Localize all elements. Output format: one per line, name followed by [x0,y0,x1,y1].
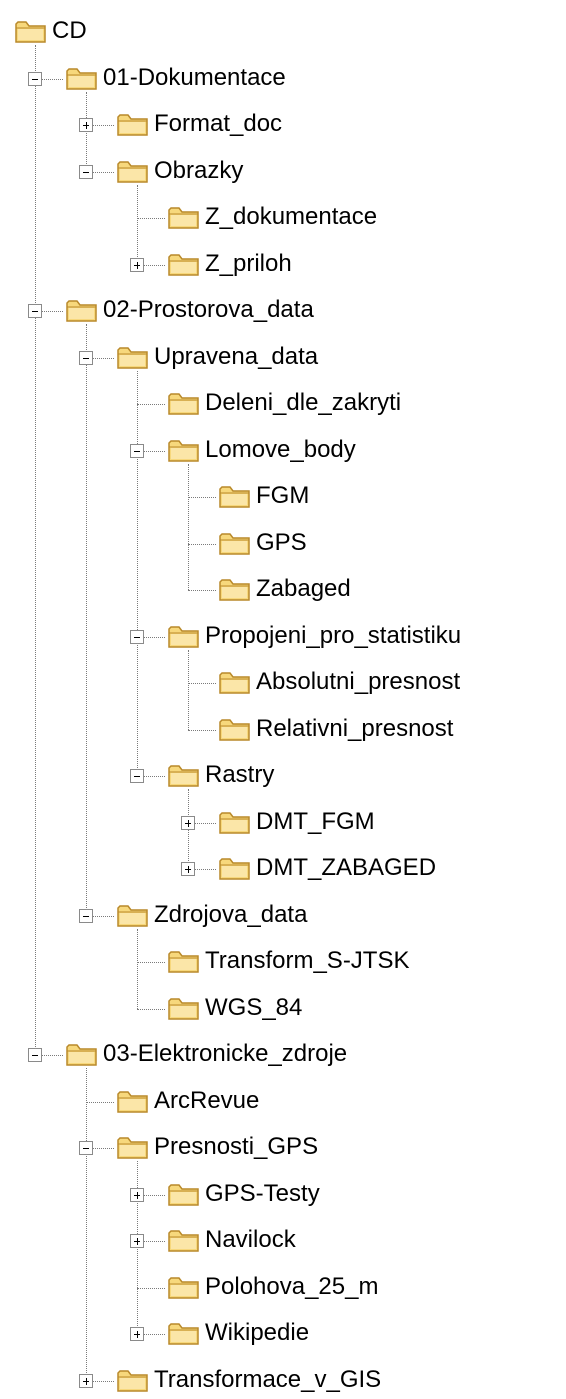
tree-node-label: Upravena_data [154,342,319,370]
folder-icon [218,855,252,881]
tree-node-label: Propojeni_pro_statistiku [205,621,462,649]
tree-node-label: 01-Dokumentace [103,63,286,91]
folder-icon [218,716,252,742]
folder-icon [65,297,99,323]
tree-guide-line [137,928,138,1009]
tree-node-label: Format_doc [154,110,283,137]
tree-guide-line [188,463,189,590]
tree-connector-line [188,590,216,591]
folder-icon [116,902,150,928]
folder-icon [167,995,201,1021]
tree-guide-line [86,324,87,916]
tree-node-label: Zabaged [256,575,351,602]
expand-icon[interactable] [130,257,144,272]
tree-node-label: Z_priloh [205,249,292,277]
tree-node-label: Deleni_dle_zakryti [205,389,402,416]
tree-node-label: Wikipedie [205,1319,310,1346]
folder-tree: CD 01-Dokumentace Format_doc Obrazky Z_dokum… [0,0,566,1399]
tree-guide-line [86,1068,87,1381]
folder-icon [167,623,201,649]
tree-node-label: GPS [256,528,307,556]
tree-node-label: Transform_S-JTSK [205,947,410,974]
expand-icon[interactable] [181,815,195,830]
tree-node-label: Absolutni_presnost [256,668,461,695]
folder-icon [167,762,201,788]
folder-icon [167,1274,201,1300]
expand-icon[interactable] [130,1234,144,1248]
tree-connector-line [137,404,165,405]
tree-connector-line [86,1101,114,1103]
tree-connector-line [137,1287,165,1289]
collapse-icon[interactable] [79,164,93,179]
folder-icon [167,251,201,277]
expand-icon[interactable] [79,118,93,132]
tree-node-label: DMT_ZABAGED [256,854,437,881]
tree-node-label: Relativni_presnost [256,714,454,742]
folder-icon [116,158,150,184]
expand-icon[interactable] [181,862,195,876]
folder-icon [116,1367,150,1393]
collapse-icon[interactable] [28,71,42,86]
folder-icon [218,576,252,602]
folder-icon [167,948,201,974]
tree-connector-line [188,543,216,545]
tree-guide-line [35,45,36,1055]
folder-icon [65,1041,99,1067]
tree-connector-line [137,962,165,963]
tree-guide-line [137,370,138,776]
expand-icon[interactable] [79,1373,93,1388]
tree-node-label: Rastry [205,761,275,788]
folder-icon [167,390,201,416]
tree-node-label: Navilock [205,1226,296,1253]
tree-node-label: WGS_84 [205,993,303,1021]
folder-icon [167,1227,201,1253]
tree-node-label: ArcRevue [154,1086,260,1114]
collapse-icon[interactable] [130,629,144,644]
folder-icon [65,65,99,91]
collapse-icon[interactable] [130,443,144,458]
tree-connector-line [188,683,216,684]
tree-node-label: Zdrojova_data [154,900,308,928]
folder-icon [218,530,252,556]
tree-connector-line [137,1008,165,1010]
tree-node-label: DMT_FGM [256,807,375,835]
collapse-icon[interactable] [130,769,144,783]
folder-icon [218,669,252,695]
tree-node-label: Lomove_body [205,435,356,463]
folder-icon [167,1181,201,1207]
folder-icon [116,1088,150,1114]
folder-icon [116,111,150,137]
collapse-icon[interactable] [28,1048,42,1062]
folder-icon [14,18,48,44]
expand-icon[interactable] [130,1187,144,1202]
tree-node-label: Presnosti_GPS [154,1133,319,1160]
collapse-icon[interactable] [79,1141,93,1155]
tree-node-label: 03-Elektronicke_zdroje [103,1040,348,1067]
folder-icon [167,1320,201,1346]
tree-node-label: Obrazky [154,156,244,184]
collapse-icon[interactable] [28,304,42,318]
tree-node-label: Transformace_v_GIS [154,1365,382,1393]
tree-connector-line [188,729,216,731]
tree-guide-line [137,184,138,265]
collapse-icon[interactable] [79,908,93,923]
folder-icon [218,809,252,835]
tree-node-label: 02-Prostorova_data [103,296,314,323]
tree-connector-line [188,497,216,498]
tree-node-label: Z_dokumentace [205,203,378,230]
folder-icon [218,483,252,509]
folder-icon [167,437,201,463]
tree-node-label: FGM [256,482,310,509]
tree-node-label: CD [52,17,87,44]
tree-guide-line [188,649,189,730]
folder-icon [167,204,201,230]
collapse-icon[interactable] [79,350,93,365]
tree-connector-line [137,218,165,219]
folder-icon [116,1134,150,1160]
tree-node-label: Polohova_25_m [205,1272,379,1300]
tree-node-label: GPS-Testy [205,1179,320,1207]
folder-icon [116,344,150,370]
expand-icon[interactable] [130,1327,144,1341]
